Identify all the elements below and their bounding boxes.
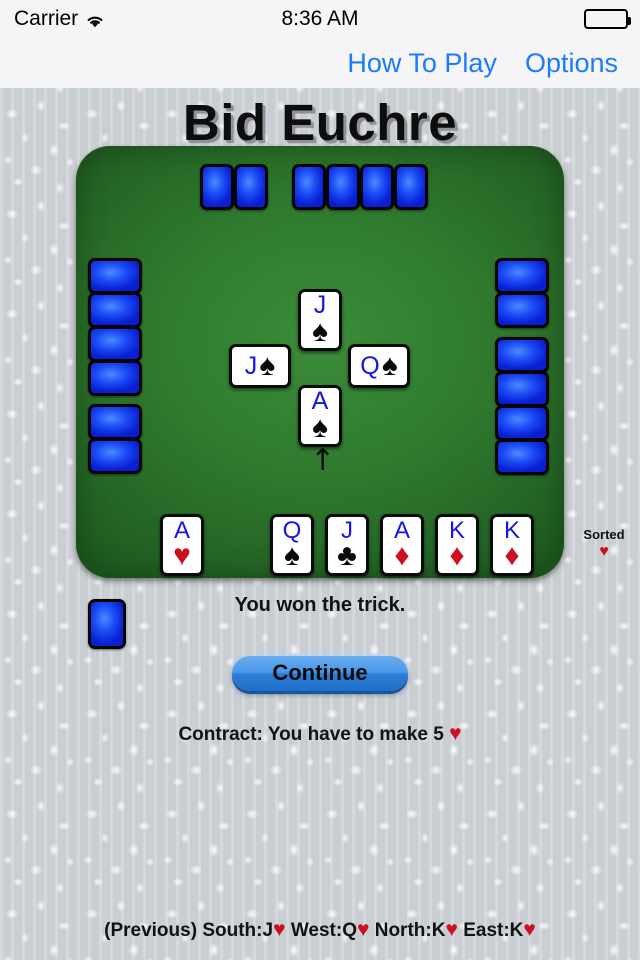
hand-card-4[interactable]: A ♦ — [380, 514, 424, 576]
seat-label: West: — [290, 920, 343, 941]
west-card-back — [88, 258, 142, 294]
card-rank: K — [509, 920, 524, 941]
diamond-icon: ♦ — [449, 539, 465, 572]
battery-full-icon — [584, 9, 631, 29]
contract-text: Contract: You have to make 5 — [178, 724, 444, 745]
trick-card-west: J ♠ — [229, 344, 291, 388]
north-card-back — [326, 164, 360, 210]
trick-card-south: A ♠ — [298, 385, 342, 447]
heart-icon: ♥ — [599, 543, 609, 560]
page-title: Bid Euchre — [182, 94, 458, 151]
card-rank: Q — [360, 351, 380, 380]
card-rank: K — [431, 920, 446, 941]
seat-label: South: — [202, 920, 263, 941]
contract-message: Contract: You have to make 5 ♥ — [0, 722, 640, 746]
seat-label: East: — [463, 920, 510, 941]
east-card-back — [495, 371, 549, 407]
card-rank: J — [262, 920, 274, 941]
status-bar-time: 8:36 AM — [281, 7, 359, 30]
spade-icon: ♠ — [312, 315, 328, 348]
north-card-back — [292, 164, 326, 210]
options-button[interactable]: Options — [525, 48, 618, 79]
west-card-back — [88, 438, 142, 474]
diamond-icon: ♦ — [394, 539, 410, 572]
previous-label: (Previous) — [104, 920, 198, 941]
east-card-back — [495, 439, 549, 475]
game-table — [76, 146, 564, 578]
club-icon: ♣ — [337, 539, 357, 572]
trick-result-message: You won the trick. — [234, 594, 406, 616]
west-card-back — [88, 404, 142, 440]
heart-icon: ♥ — [449, 722, 462, 745]
trick-card-north: J ♠ — [298, 289, 342, 351]
north-card-back — [360, 164, 394, 210]
west-card-back — [88, 326, 142, 362]
east-card-back — [495, 337, 549, 373]
spade-icon: ♠ — [284, 539, 300, 572]
seat-label: North: — [374, 920, 432, 941]
nav-bar: How To Play Options — [0, 38, 640, 88]
previous-play-east: East:K♥ — [463, 918, 536, 941]
north-card-back — [394, 164, 428, 210]
sorted-label: Sorted — [583, 527, 625, 542]
diamond-icon: ♦ — [504, 539, 520, 572]
heart-icon: ♥ — [173, 539, 191, 572]
west-card-back — [88, 292, 142, 328]
north-card-back — [200, 164, 234, 210]
status-bar: Carrier 8:36 AM — [0, 0, 640, 38]
north-card-back — [234, 164, 268, 210]
hand-card-1[interactable]: A ♥ — [160, 514, 204, 576]
how-to-play-button[interactable]: How To Play — [347, 48, 497, 79]
status-bar-right — [584, 9, 631, 29]
east-card-back — [495, 292, 549, 328]
previous-play-north: North:K♥ — [374, 918, 463, 941]
heart-icon: ♥ — [273, 918, 286, 941]
spade-icon: ♠ — [312, 411, 328, 444]
card-rank: Q — [342, 920, 357, 941]
hand-card-2[interactable]: Q ♠ — [270, 514, 314, 576]
trick-winner-arrow-south: ↑ — [310, 443, 336, 478]
continue-button[interactable]: Continue — [232, 655, 408, 691]
spade-icon: ♠ — [259, 349, 276, 382]
previous-trick-message: (Previous) South:J♥ West:Q♥ North:K♥ Eas… — [0, 918, 640, 942]
east-card-back — [495, 405, 549, 441]
app-root: Carrier 8:36 AM How To Play Options Bid … — [0, 0, 640, 960]
previous-play-south: South:J♥ — [202, 918, 290, 941]
heart-icon: ♥ — [445, 918, 458, 941]
hand-card-5[interactable]: K ♦ — [435, 514, 479, 576]
spade-icon: ♠ — [381, 349, 398, 382]
east-card-back — [495, 258, 549, 294]
hand-card-3[interactable]: J ♣ — [325, 514, 369, 576]
trick-card-east: Q ♠ — [348, 344, 410, 388]
card-rank: J — [244, 351, 258, 380]
west-card-back — [88, 360, 142, 396]
sorted-indicator[interactable]: Sorted ♥ — [574, 527, 634, 561]
hand-card-6[interactable]: K ♦ — [490, 514, 534, 576]
heart-icon: ♥ — [356, 918, 370, 941]
previous-play-west: West:Q♥ — [290, 918, 375, 941]
heart-icon: ♥ — [523, 918, 536, 941]
